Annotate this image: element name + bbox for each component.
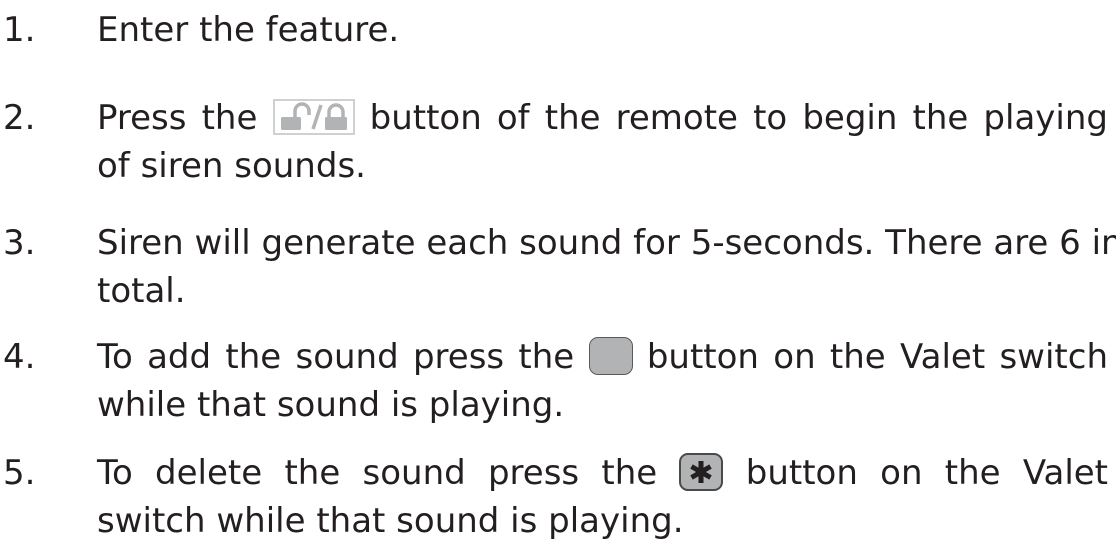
- lock-unlock-icon: [272, 98, 355, 135]
- valet-asterisk-button-icon: [679, 452, 724, 491]
- step-line: total.: [97, 271, 186, 311]
- step-text: To add the sound press the button on the…: [97, 333, 1108, 429]
- step-line-text: button on the Valet switch: [646, 337, 1108, 377]
- step-number: 4.: [3, 337, 36, 377]
- step-line-text: button on the Valet: [745, 453, 1109, 493]
- step-line: Press the button of the remote to begin …: [97, 94, 1108, 142]
- step-text: To delete the sound press the button on …: [97, 449, 1108, 545]
- step-line-text: To add the sound press the: [97, 337, 575, 377]
- step-line: Siren will generate each sound for 5-sec…: [97, 223, 1116, 263]
- step-text: Siren will generate each sound for 5-sec…: [97, 219, 1116, 315]
- step-line: To delete the sound press the button on …: [97, 449, 1108, 497]
- step-number: 1.: [3, 10, 36, 50]
- step-number: 3.: [3, 223, 36, 263]
- step-line: of siren sounds.: [97, 146, 366, 186]
- step-text: Enter the feature.: [97, 6, 1108, 54]
- valet-grey-button-icon: [588, 336, 633, 375]
- step-line-text: button of the remote to begin the playin…: [369, 98, 1108, 138]
- step-number: 5.: [3, 453, 36, 493]
- step-line: To add the sound press the button on the…: [97, 333, 1108, 381]
- step-number: 2.: [3, 98, 36, 138]
- step-text: Press the button of the remote to begin …: [97, 94, 1108, 190]
- step-line: Enter the feature.: [97, 10, 400, 50]
- step-line-text: Press the: [97, 98, 258, 138]
- asterisk-icon: [690, 460, 713, 483]
- step-line-text: To delete the sound press the: [97, 453, 658, 493]
- step-line: while that sound is playing.: [97, 385, 565, 425]
